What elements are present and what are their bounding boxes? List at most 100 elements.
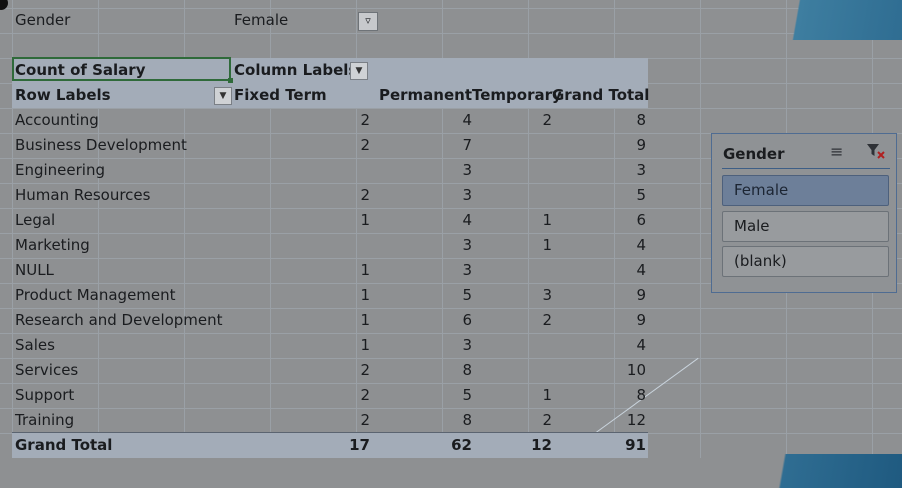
row-label: Marketing xyxy=(15,236,90,254)
row-labels-dropdown-icon[interactable]: ▼ xyxy=(214,87,232,105)
clear-filter-icon[interactable] xyxy=(866,142,886,164)
table-row[interactable]: Research and Development 1 6 2 9 xyxy=(12,308,648,333)
filter-field-label: Gender xyxy=(15,11,71,29)
fill-handle[interactable] xyxy=(228,78,233,83)
cell-temporary xyxy=(472,133,552,158)
table-row[interactable]: Support 2 5 1 8 xyxy=(12,383,648,408)
cell-fixed-term: 1 xyxy=(360,336,370,354)
table-row[interactable]: Training 2 8 2 12 xyxy=(12,408,648,433)
cell-fixed-term: 2 xyxy=(360,186,370,204)
column-labels-header: Column Labels xyxy=(234,61,358,79)
cell-temporary: 2 xyxy=(542,311,552,329)
cell-permanent: 3 xyxy=(462,236,472,254)
grand-total-fixed-term: 17 xyxy=(349,436,370,454)
row-label: Sales xyxy=(15,336,55,354)
row-label: Human Resources xyxy=(15,186,151,204)
cell-temporary: 1 xyxy=(542,211,552,229)
cell-temporary: 2 xyxy=(542,411,552,429)
filter-value[interactable]: Female xyxy=(234,8,288,33)
cell-temporary xyxy=(472,183,552,208)
multi-select-icon[interactable]: ≡ xyxy=(830,142,843,161)
slicer-divider xyxy=(722,168,890,169)
cell-grand-total: 12 xyxy=(626,411,646,429)
cell-fixed-term xyxy=(232,233,370,258)
grand-total-row[interactable]: Grand Total 17 62 12 91 xyxy=(12,432,648,458)
row-label: Services xyxy=(15,361,79,379)
cell-fixed-term: 2 xyxy=(360,136,370,154)
cell-grand-total: 9 xyxy=(636,286,646,304)
decorative-shape-top xyxy=(752,0,902,40)
table-row[interactable]: Business Development 2 7 9 xyxy=(12,133,648,158)
cell-temporary xyxy=(472,358,552,383)
row-label: Support xyxy=(15,386,75,404)
cell-grand-total: 5 xyxy=(636,186,646,204)
cell-fixed-term: 1 xyxy=(360,286,370,304)
cell-grand-total: 3 xyxy=(636,161,646,179)
row-labels-header: Row Labels xyxy=(15,86,111,104)
cell-permanent: 7 xyxy=(462,136,472,154)
cell-grand-total: 8 xyxy=(636,386,646,404)
table-row[interactable]: Services 2 8 10 xyxy=(12,358,648,383)
cell-permanent: 3 xyxy=(462,161,472,179)
cell-temporary: 3 xyxy=(542,286,552,304)
pivot-header-row-2: Row Labels ▼ Fixed Term Permanent Tempor… xyxy=(12,83,650,108)
table-row[interactable]: Marketing 3 1 4 xyxy=(12,233,648,258)
cell-permanent: 8 xyxy=(462,411,472,429)
cell-fixed-term: 2 xyxy=(360,361,370,379)
filter-dropdown-icon[interactable]: ▿ xyxy=(358,12,378,31)
slicer-item-blank[interactable]: (blank) xyxy=(722,246,889,277)
row-label: Legal xyxy=(15,211,56,229)
cell-fixed-term: 2 xyxy=(360,386,370,404)
cell-permanent: 5 xyxy=(462,286,472,304)
cell-grand-total: 4 xyxy=(636,261,646,279)
grand-total-temporary: 12 xyxy=(531,436,552,454)
cell-fixed-term: 2 xyxy=(360,411,370,429)
cell-grand-total: 9 xyxy=(636,136,646,154)
row-label: Business Development xyxy=(15,136,187,154)
column-header-permanent: Permanent xyxy=(378,86,472,104)
cell-grand-total: 6 xyxy=(636,211,646,229)
cell-grand-total: 9 xyxy=(636,311,646,329)
slicer-title: Gender xyxy=(723,145,785,163)
decorative-shape-bottom xyxy=(702,454,902,488)
cell-fixed-term: 2 xyxy=(360,111,370,129)
report-filter-row: Gender Female ▿ xyxy=(12,8,378,33)
row-label: Accounting xyxy=(15,111,99,129)
cell-temporary xyxy=(472,258,552,283)
slicer-item-female[interactable]: Female xyxy=(722,175,889,206)
table-row[interactable]: Accounting 2 4 2 8 xyxy=(12,108,648,133)
row-label: Product Management xyxy=(15,286,176,304)
table-row[interactable]: Sales 1 3 4 xyxy=(12,333,648,358)
cell-grand-total: 4 xyxy=(636,236,646,254)
cell-temporary xyxy=(472,333,552,358)
row-label: Training xyxy=(15,411,75,429)
grand-total-grand-total: 91 xyxy=(625,436,646,454)
column-header-fixed-term: Fixed Term xyxy=(234,86,327,104)
cell-permanent: 4 xyxy=(462,111,472,129)
cell-temporary: 1 xyxy=(542,236,552,254)
table-row[interactable]: NULL 1 3 4 xyxy=(12,258,648,283)
row-label: NULL xyxy=(15,261,54,279)
row-label: Engineering xyxy=(15,161,105,179)
column-header-grand-total: Grand Total xyxy=(552,86,650,104)
cell-permanent: 3 xyxy=(462,261,472,279)
cell-grand-total: 4 xyxy=(636,336,646,354)
cell-permanent: 3 xyxy=(462,336,472,354)
table-row[interactable]: Legal 1 4 1 6 xyxy=(12,208,648,233)
cell-fixed-term: 1 xyxy=(360,311,370,329)
column-labels-dropdown-icon[interactable]: ▼ xyxy=(350,62,368,80)
cell-fixed-term: 1 xyxy=(360,211,370,229)
table-row[interactable]: Product Management 1 5 3 9 xyxy=(12,283,648,308)
cell-permanent: 3 xyxy=(462,186,472,204)
cell-fixed-term xyxy=(232,158,370,183)
cell-permanent: 5 xyxy=(462,386,472,404)
table-row[interactable]: Engineering 3 3 xyxy=(12,158,648,183)
cell-temporary: 1 xyxy=(542,386,552,404)
grand-total-permanent: 62 xyxy=(451,436,472,454)
cell-permanent: 4 xyxy=(462,211,472,229)
slicer-item-male[interactable]: Male xyxy=(722,211,889,242)
cell-fixed-term: 1 xyxy=(360,261,370,279)
table-row[interactable]: Human Resources 2 3 5 xyxy=(12,183,648,208)
gender-slicer[interactable]: Gender ≡ Female Male (blank) xyxy=(711,133,897,293)
column-header-temporary: Temporary xyxy=(472,86,562,104)
